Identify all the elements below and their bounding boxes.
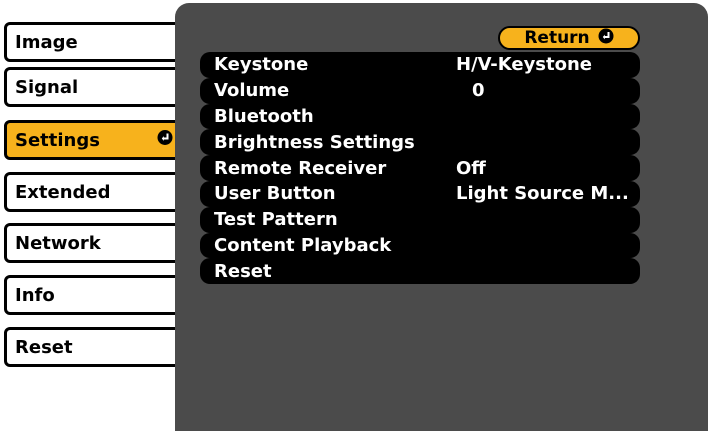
settings-menu: Keystone H/V-Keystone Volume 0 Bluetooth…: [200, 52, 640, 285]
tab-label: Info: [15, 284, 55, 306]
tab-info[interactable]: Info: [4, 275, 184, 315]
enter-icon: [157, 130, 173, 151]
menu-item-label: User Button: [214, 183, 336, 205]
menu-item-content-playback[interactable]: Content Playback: [200, 232, 640, 259]
menu-item-test-pattern[interactable]: Test Pattern: [200, 206, 640, 233]
menu-item-bluetooth[interactable]: Bluetooth: [200, 103, 640, 130]
menu-item-label: Remote Receiver: [214, 157, 387, 179]
menu-item-label: Test Pattern: [214, 209, 338, 231]
tab-label: Settings: [15, 129, 100, 151]
tab-settings[interactable]: Settings: [4, 120, 184, 160]
menu-item-value: Off: [456, 157, 486, 179]
menu-item-value: Light Source M...: [456, 183, 629, 205]
tab-label: Network: [15, 232, 101, 254]
menu-item-value: 0: [472, 80, 485, 102]
return-label: Return: [524, 28, 590, 48]
tab-image[interactable]: Image: [4, 22, 184, 62]
menu-item-label: Volume: [214, 80, 290, 102]
tab-label: Image: [15, 31, 78, 53]
menu-item-label: Content Playback: [214, 234, 392, 256]
menu-item-value: H/V-Keystone: [456, 54, 593, 76]
enter-icon: [598, 28, 614, 49]
menu-item-label: Reset: [214, 260, 272, 282]
menu-item-brightness-settings[interactable]: Brightness Settings: [200, 129, 640, 156]
menu-item-label: Bluetooth: [214, 105, 314, 127]
tab-label: Extended: [15, 181, 111, 203]
menu-item-reset[interactable]: Reset: [200, 258, 640, 285]
menu-item-label: Keystone: [214, 54, 309, 76]
return-button[interactable]: Return: [498, 26, 640, 50]
menu-item-user-button[interactable]: User Button Light Source M...: [200, 180, 640, 207]
menu-item-label: Brightness Settings: [214, 131, 415, 153]
tab-extended[interactable]: Extended: [4, 172, 184, 212]
menu-item-remote-receiver[interactable]: Remote Receiver Off: [200, 155, 640, 181]
tab-network[interactable]: Network: [4, 223, 184, 263]
tab-label: Reset: [15, 336, 73, 358]
tab-label: Signal: [15, 76, 79, 98]
tab-signal[interactable]: Signal: [4, 67, 184, 107]
menu-item-volume[interactable]: Volume 0: [200, 77, 640, 104]
menu-item-keystone[interactable]: Keystone H/V-Keystone: [200, 52, 640, 78]
tab-reset[interactable]: Reset: [4, 327, 184, 367]
